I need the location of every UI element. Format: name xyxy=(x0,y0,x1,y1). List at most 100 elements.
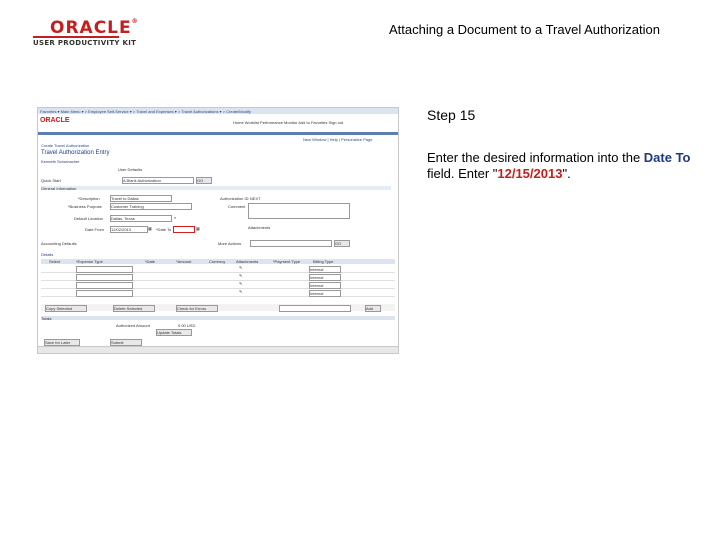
table-row: ✎ Internal xyxy=(41,265,395,273)
auth-id-value: NEXT xyxy=(250,196,261,201)
instruction-field-name: Date To xyxy=(643,150,691,165)
attachment-icon[interactable]: ✎ xyxy=(239,273,242,278)
expense-type-select[interactable] xyxy=(76,266,133,273)
application-screenshot: Favorites ▾ Main Menu ▾ > Employee Self-… xyxy=(37,107,399,354)
details-button-bar: Copy Selected Delete Selected Check for … xyxy=(41,304,395,312)
date-to-input[interactable] xyxy=(173,226,195,233)
expense-type-select[interactable] xyxy=(76,274,133,281)
screenshot-nav-divider xyxy=(38,132,398,135)
totals-section: Totals xyxy=(41,316,395,321)
oracle-logo-text: ORACLE xyxy=(50,18,132,38)
col-payment-type: *Payment Type xyxy=(273,259,301,264)
submit-button[interactable]: Submit xyxy=(110,339,142,346)
general-info-title: General Information xyxy=(41,186,77,191)
screenshot-page-links[interactable]: New Window | Help | Personalize Page xyxy=(303,137,372,142)
go-label: GO xyxy=(197,178,204,183)
update-totals-button[interactable]: Update Totals xyxy=(156,329,192,336)
submit-label: Submit xyxy=(111,340,124,345)
comment-label: Comment xyxy=(228,204,246,209)
authorized-amount-value: 0.00 USD xyxy=(178,323,196,328)
save-for-later-label: Save for Later xyxy=(45,340,71,345)
comment-textarea[interactable] xyxy=(248,203,350,219)
billing-type-select[interactable]: Internal xyxy=(309,274,341,281)
default-location-input[interactable]: Dallas, Texas xyxy=(110,215,172,222)
table-row: ✎ Internal xyxy=(41,289,395,297)
more-actions-select[interactable] xyxy=(250,240,332,247)
go-label-2: GO xyxy=(335,241,342,246)
calendar-icon[interactable]: ▦ xyxy=(148,226,152,231)
save-for-later-button[interactable]: Save for Later xyxy=(44,339,80,346)
screenshot-nav-links[interactable]: Home Worklist Performance Monitor Add to… xyxy=(233,120,343,125)
date-from-value: 12/02/2013 xyxy=(111,227,132,232)
details-table-header: Select *Expense Type *Date *Amount Curre… xyxy=(41,259,395,264)
attachment-icon[interactable]: ✎ xyxy=(239,281,242,286)
expense-type-select[interactable] xyxy=(76,282,133,289)
delete-selected-button[interactable]: Delete Selected xyxy=(113,305,155,312)
col-select: Select xyxy=(49,259,61,264)
billing-type-value: Internal xyxy=(310,275,324,280)
document-title: Attaching a Document to a Travel Authori… xyxy=(389,22,660,37)
more-actions-go-button[interactable]: GO xyxy=(334,240,350,247)
business-purpose-label: *Business Purpose xyxy=(68,204,102,209)
step-instruction: Enter the desired information into the D… xyxy=(427,150,697,182)
details-heading: Details xyxy=(41,252,54,257)
col-currency: Currency xyxy=(209,259,226,264)
instruction-middle: field. Enter " xyxy=(427,166,498,181)
delete-selected-label: Delete Selected xyxy=(114,306,143,311)
screenshot-user-defaults-link[interactable]: User Defaults xyxy=(118,167,142,172)
attachment-icon[interactable]: ✎ xyxy=(239,265,242,270)
business-purpose-select[interactable]: Customer Training xyxy=(110,203,192,210)
totals-title: Totals xyxy=(41,316,52,321)
billing-type-value: Internal xyxy=(310,291,324,296)
horizontal-scrollbar[interactable] xyxy=(38,346,398,353)
upk-logo-subtext: USER PRODUCTIVITY KIT xyxy=(33,39,137,47)
quick-start-go-button[interactable]: GO xyxy=(196,177,212,184)
instruction-suffix: ". xyxy=(562,166,571,181)
col-expense-type: *Expense Type xyxy=(76,259,103,264)
screenshot-oracle-logo: ORACLE xyxy=(40,117,70,124)
attachments-link[interactable]: Attachments xyxy=(248,225,270,230)
authorized-amount-label: Authorized Amount xyxy=(116,323,150,328)
update-totals-label: Update Totals xyxy=(157,330,182,335)
screenshot-page-title: Travel Authorization Entry xyxy=(41,150,110,156)
table-row: ✎ Internal xyxy=(41,273,395,281)
oracle-logo: ORACLE® xyxy=(50,18,139,38)
lookup-icon[interactable]: ⌕ xyxy=(174,215,176,220)
col-amount: *Amount xyxy=(176,259,192,264)
billing-type-value: Internal xyxy=(310,267,324,272)
billing-type-value: Internal xyxy=(310,283,324,288)
screenshot-brand-bar xyxy=(38,114,398,132)
default-location-value: Dallas, Texas xyxy=(111,216,135,221)
copy-selected-button[interactable]: Copy Selected xyxy=(45,305,87,312)
screenshot-page-crumb: Create Travel Authorization xyxy=(41,143,90,148)
billing-type-select[interactable]: Internal xyxy=(309,282,341,289)
accounting-defaults-link[interactable]: Accounting Defaults xyxy=(41,241,77,246)
more-actions-label: More Actions xyxy=(218,241,242,246)
table-row: ✎ Internal xyxy=(41,281,395,289)
date-to-calendar-icon[interactable]: ▦ xyxy=(196,226,200,231)
add-button[interactable]: Add xyxy=(365,305,381,312)
add-rows-select[interactable] xyxy=(279,305,351,312)
description-label: *Description xyxy=(78,196,100,201)
billing-type-select[interactable]: Internal xyxy=(309,290,341,297)
registered-mark-icon: ® xyxy=(131,18,139,25)
date-from-input[interactable]: 12/02/2013 xyxy=(110,226,148,233)
check-errors-button[interactable]: Check for Errors xyxy=(176,305,218,312)
screenshot-employee-name: Kenneth Schumacher xyxy=(41,159,80,164)
quick-start-select[interactable]: A Blank Authorization xyxy=(122,177,194,184)
description-value: Travel to Dallas xyxy=(111,196,139,201)
description-input[interactable]: Travel to Dallas xyxy=(110,195,172,202)
step-label: Step 15 xyxy=(427,107,476,123)
expense-type-select[interactable] xyxy=(76,290,133,297)
instruction-prefix: Enter the desired information into the xyxy=(427,150,644,165)
quick-start-value: A Blank Authorization xyxy=(123,178,161,183)
quick-start-label: Quick Start xyxy=(41,178,61,183)
col-date: *Date xyxy=(145,259,156,264)
general-info-section[interactable]: General Information xyxy=(41,186,391,191)
date-from-label: Date From xyxy=(85,227,104,232)
business-purpose-value: Customer Training xyxy=(111,204,144,209)
col-attachments: Attachments xyxy=(236,259,259,264)
default-location-label: Default Location xyxy=(74,216,103,221)
attachment-icon[interactable]: ✎ xyxy=(239,289,242,294)
billing-type-select[interactable]: Internal xyxy=(309,266,341,273)
